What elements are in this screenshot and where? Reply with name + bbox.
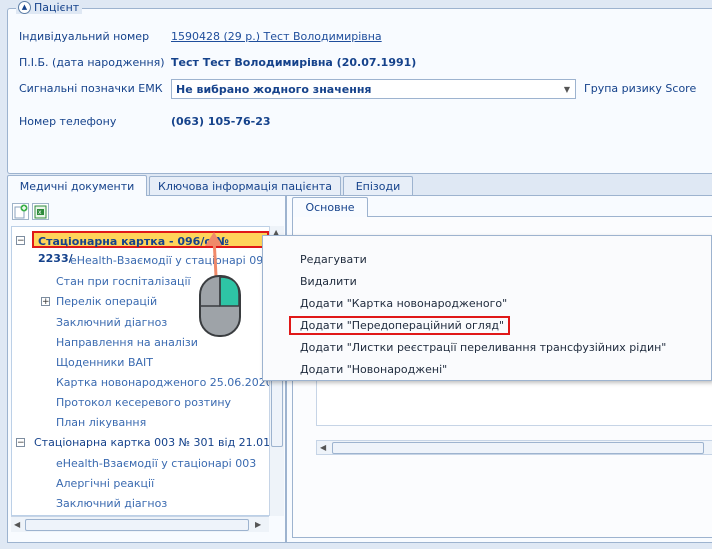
add-document-icon[interactable]: [12, 203, 29, 220]
tree-item[interactable]: Щоденники ВАІТ: [56, 356, 153, 369]
export-excel-icon[interactable]: x: [32, 203, 49, 220]
scroll-left-icon[interactable]: ◀: [320, 443, 326, 452]
scroll-right-icon[interactable]: ▶: [255, 520, 261, 529]
menu-item-delete[interactable]: Видалити: [300, 275, 357, 288]
tab-episodes[interactable]: Епізоди: [343, 176, 413, 196]
svg-text:x: x: [38, 209, 42, 216]
context-menu: Редагувати Видалити Додати "Картка новон…: [262, 235, 712, 381]
emk-select-value: Не вибрано жодного значення: [176, 82, 372, 96]
menu-item-add-newborn-card[interactable]: Додати "Картка новонародженого": [300, 297, 507, 310]
emk-label: Сигнальні позначки ЕМК: [19, 82, 163, 95]
phone-value: (063) 105-76-23: [171, 115, 271, 128]
scroll-thumb[interactable]: [25, 519, 249, 531]
scroll-left-icon[interactable]: ◀: [14, 520, 20, 529]
tree-item[interactable]: Стан при госпіталізації: [56, 275, 191, 288]
tab-key-info[interactable]: Ключова інформація пацієнта: [149, 176, 341, 196]
tab-label: Основне: [305, 201, 355, 214]
menu-item-edit[interactable]: Редагувати: [300, 253, 367, 266]
tree-item[interactable]: Перелік операцій: [56, 295, 157, 308]
tree-item[interactable]: Заключний діагноз: [56, 316, 167, 329]
tree-item[interactable]: Протокол кесеревого розтину: [56, 396, 231, 409]
expand-icon[interactable]: +: [41, 297, 50, 307]
id-link[interactable]: 1590428 (29 р.) Тест Володимирівна: [171, 30, 382, 43]
menu-item-add-newborns[interactable]: Додати "Новонароджені": [300, 363, 447, 376]
menu-item-add-transfusion-sheets[interactable]: Додати "Листки реєстрації переливання тр…: [300, 341, 666, 354]
risk-label: Група ризику Score: [584, 82, 697, 95]
tree-item[interactable]: Направлення на аналізи: [56, 336, 198, 349]
collapse-icon[interactable]: −: [16, 438, 25, 448]
scroll-thumb[interactable]: [332, 442, 704, 454]
emk-select[interactable]: Не вибрано жодного значення ▼: [171, 79, 576, 99]
tree-horizontal-scrollbar[interactable]: ◀ ▶: [11, 516, 269, 532]
content-horizontal-scrollbar[interactable]: ◀: [316, 440, 712, 455]
tree-item[interactable]: eHealth-Взаємодії у стаціонарі 003: [56, 457, 256, 470]
tree-node-root[interactable]: Стаціонарна картка 003 № 301 від 21.01.: [34, 436, 269, 449]
tree-item[interactable]: План лікування: [56, 416, 146, 429]
tab-label: Епізоди: [355, 180, 401, 193]
chevron-down-icon[interactable]: ▼: [564, 85, 570, 94]
mouse-right-click-icon: [199, 232, 241, 337]
tab-label: Ключова інформація пацієнта: [158, 180, 332, 193]
name-label: П.І.Б. (дата народження): [19, 56, 165, 69]
name-value: Тест Тест Володимирівна (20.07.1991): [171, 56, 417, 69]
id-label: Індивідуальний номер: [19, 30, 150, 43]
menu-item-add-preoperative-exam[interactable]: Додати "Передопераційний огляд": [300, 319, 504, 332]
tree-item[interactable]: Картка новонародженого 25.06.2020: [56, 376, 269, 389]
tab-main[interactable]: Основне: [292, 197, 368, 217]
tab-medical-documents[interactable]: Медичні документи: [7, 175, 147, 196]
phone-label: Номер телефону: [19, 115, 117, 128]
patient-legend[interactable]: ▲ Пацієнт: [16, 1, 83, 14]
chevron-up-icon[interactable]: ▲: [18, 1, 31, 14]
tree-item[interactable]: Заключний діагноз: [56, 497, 167, 510]
tab-label: Медичні документи: [19, 179, 135, 193]
collapse-icon[interactable]: −: [16, 236, 25, 246]
tree-item[interactable]: Алергічні реакції: [56, 477, 154, 490]
patient-legend-label: Пацієнт: [34, 1, 80, 14]
